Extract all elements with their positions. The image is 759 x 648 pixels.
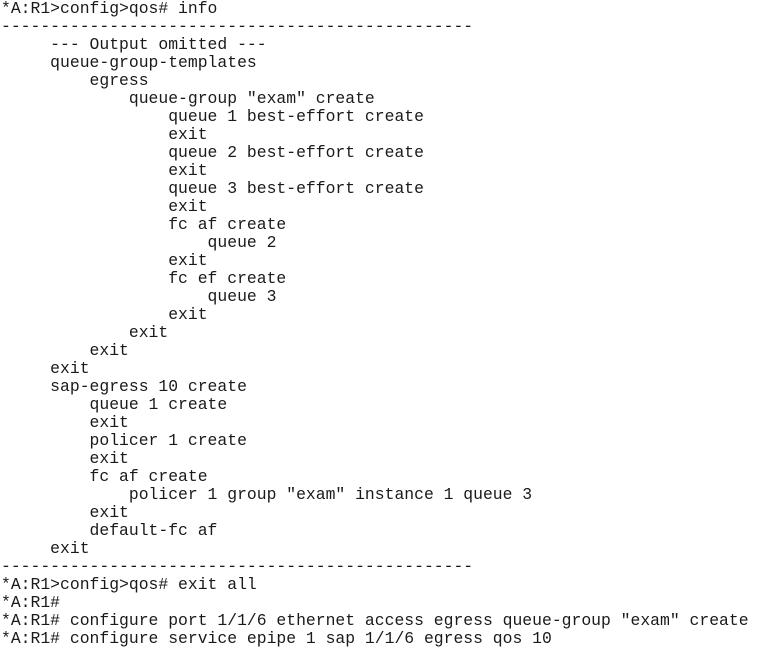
config-output-line: queue 2 best-effort create (1, 143, 424, 162)
config-output-line: policer 1 group "exam" instance 1 queue … (1, 485, 533, 504)
command-line: *A:R1>config>qos# info (1, 0, 218, 18)
config-output-line: queue 3 (1, 287, 277, 306)
config-output-line: queue 2 (1, 233, 277, 252)
config-output-line: policer 1 create (1, 431, 247, 450)
config-output-line: queue-group-templates (1, 53, 257, 72)
config-output-line: exit (1, 251, 208, 270)
config-output-line: fc af create (1, 215, 287, 234)
config-output-line: sap-egress 10 create (1, 377, 247, 396)
config-output-line: queue-group "exam" create (1, 89, 375, 108)
config-output-line: default-fc af (1, 521, 218, 540)
terminal-output: *A:R1>config>qos# info ------------------… (0, 0, 759, 648)
command-line: *A:R1# configure port 1/1/6 ethernet acc… (1, 611, 749, 630)
config-output-line: exit (1, 125, 208, 144)
config-output-line: queue 1 create (1, 395, 228, 414)
config-output-line: egress (1, 71, 149, 90)
config-output-line: --- Output omitted --- (1, 35, 267, 54)
config-output-line: exit (1, 413, 129, 432)
config-output-line: exit (1, 503, 129, 522)
config-output-line: queue 1 best-effort create (1, 107, 424, 126)
config-output-line: exit (1, 161, 208, 180)
command-line: *A:R1# (1, 593, 61, 612)
config-output-line: exit (1, 323, 169, 342)
config-output-line: queue 3 best-effort create (1, 179, 424, 198)
config-output-line: fc af create (1, 467, 208, 486)
config-output-line: exit (1, 305, 208, 324)
config-output-line: exit (1, 449, 129, 468)
command-line: *A:R1>config>qos# exit all (1, 575, 257, 594)
config-output-line: fc ef create (1, 269, 287, 288)
separator-line: ----------------------------------------… (1, 17, 474, 36)
config-output-line: exit (1, 341, 129, 360)
config-output-line: exit (1, 197, 208, 216)
separator-line: ----------------------------------------… (1, 557, 474, 576)
command-line: *A:R1# configure service epipe 1 sap 1/1… (1, 629, 552, 648)
config-output-line: exit (1, 359, 90, 378)
config-output-line: exit (1, 539, 90, 558)
